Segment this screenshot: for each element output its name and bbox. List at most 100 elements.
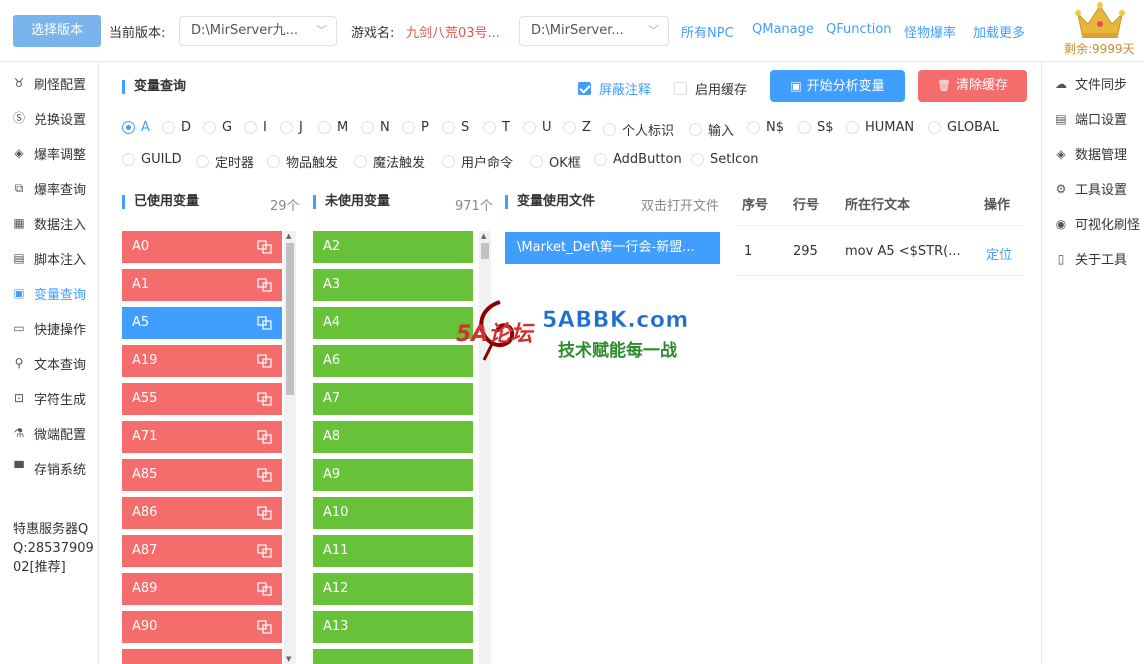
clear-cache-button[interactable]: 🗑 清除缓存	[918, 70, 1027, 102]
list-item[interactable]: A71	[122, 421, 282, 453]
sidebar-item-char-generate[interactable]: ⊡ 字符生成	[12, 388, 86, 408]
radio-magic-trigger[interactable]: 魔法触发	[354, 152, 425, 171]
radio-human[interactable]: HUMAN	[846, 120, 914, 135]
select-version-button[interactable]: 选择版本	[13, 15, 101, 47]
copy-icon[interactable]	[257, 354, 272, 368]
list-item[interactable]: A3	[313, 269, 473, 301]
list-item[interactable]: A13	[313, 611, 473, 643]
enable-cache-checkbox[interactable]: 启用缓存	[674, 79, 747, 98]
list-item[interactable]: A1	[122, 269, 282, 301]
radio-t[interactable]: T	[483, 120, 510, 135]
scroll-down-icon[interactable]: ▼	[286, 655, 291, 663]
link-qfunction[interactable]: QFunction	[826, 22, 892, 37]
copy-icon[interactable]	[257, 316, 272, 330]
radio-u[interactable]: U	[523, 120, 552, 135]
copy-icon[interactable]	[257, 506, 272, 520]
var-file-item[interactable]: \Market_Def\第一行会-新盟...	[505, 232, 720, 264]
radio-m[interactable]: M	[318, 120, 348, 135]
list-item[interactable]: A86	[122, 497, 282, 529]
radio-z[interactable]: Z	[563, 120, 591, 135]
start-analyze-button[interactable]: ▣ 开始分析变量	[770, 70, 905, 102]
sidebar-item-microclient-config[interactable]: ⚗ 微端配置	[12, 423, 86, 443]
radio-s-dollar[interactable]: S$	[798, 120, 834, 135]
list-item-selected[interactable]: A5	[122, 307, 282, 339]
copy-icon[interactable]	[257, 278, 272, 292]
list-item[interactable]: A2	[313, 231, 473, 263]
copy-icon[interactable]	[257, 240, 272, 254]
rightnav-item-data-management[interactable]: ◈ 数据管理	[1054, 144, 1127, 164]
sidebar-item-text-query[interactable]: ⚲ 文本查询	[12, 353, 86, 373]
rightnav-item-file-sync[interactable]: ☁ 文件同步	[1054, 74, 1127, 94]
sidebar-item-exchange-settings[interactable]: Ⓢ 兑换设置	[12, 108, 86, 128]
copy-icon[interactable]	[257, 582, 272, 596]
sidebar-item-drop-rate-adjust[interactable]: ◈ 爆率调整	[12, 143, 86, 163]
list-item[interactable]	[122, 649, 282, 664]
radio-ok-box[interactable]: OK框	[530, 152, 581, 171]
list-item[interactable]: A19	[122, 345, 282, 377]
list-item[interactable]: A55	[122, 383, 282, 415]
list-item[interactable]: A6	[313, 345, 473, 377]
radio-global[interactable]: GLOBAL	[928, 120, 999, 135]
radio-addbutton[interactable]: AddButton	[594, 152, 682, 167]
radio-user-command[interactable]: 用户命令	[442, 152, 513, 171]
list-item[interactable]: A11	[313, 535, 473, 567]
radio-n[interactable]: N	[361, 120, 390, 135]
scrollbar-thumb[interactable]	[286, 243, 294, 395]
link-qmanage[interactable]: QManage	[752, 22, 814, 37]
copy-icon[interactable]	[257, 468, 272, 482]
radio-input[interactable]: 输入	[689, 120, 734, 139]
sidebar-item-data-inject[interactable]: ▦ 数据注入	[12, 213, 86, 233]
current-version-select[interactable]: D:\MirServer九... ﹀	[179, 16, 337, 46]
list-item[interactable]: A0	[122, 231, 282, 263]
link-monster-drop-rate[interactable]: 怪物爆率	[904, 22, 956, 41]
radio-g[interactable]: G	[203, 120, 232, 135]
list-item[interactable]: A7	[313, 383, 473, 415]
scroll-up-icon[interactable]: ▲	[481, 232, 486, 240]
copy-icon[interactable]	[257, 544, 272, 558]
radio-p[interactable]: P	[402, 120, 429, 135]
radio-item-trigger[interactable]: 物品触发	[267, 152, 338, 171]
sidebar-item-monster-config[interactable]: ♉ 刷怪配置	[12, 73, 86, 93]
copy-icon[interactable]	[257, 430, 272, 444]
radio-j[interactable]: J	[280, 120, 303, 135]
list-item[interactable]: A89	[122, 573, 282, 605]
sidebar-item-script-inject[interactable]: ▤ 脚本注入	[12, 248, 86, 268]
locate-link[interactable]: 定位	[986, 244, 1012, 263]
link-load-more[interactable]: 加载更多	[973, 22, 1025, 41]
radio-i[interactable]: I	[244, 120, 267, 135]
list-item[interactable]: A12	[313, 573, 473, 605]
sidebar-item-store-system[interactable]: ▀ 存销系统	[12, 458, 86, 478]
radio-n-dollar[interactable]: N$	[747, 120, 784, 135]
radio-timer[interactable]: 定时器	[196, 152, 254, 171]
radio-guild[interactable]: GUILD	[122, 152, 182, 167]
rightnav-item-tool-settings[interactable]: ⚙ 工具设置	[1054, 179, 1127, 199]
unused-vars-scrollbar[interactable]: ▲	[479, 231, 491, 664]
rightnav-item-visual-spawn[interactable]: ◉ 可视化刷怪	[1054, 214, 1140, 234]
list-item[interactable]: A87	[122, 535, 282, 567]
rightnav-item-about[interactable]: ▯ 关于工具	[1054, 249, 1127, 269]
radio-d[interactable]: D	[162, 120, 191, 135]
scrollbar-thumb[interactable]	[481, 243, 489, 259]
list-item[interactable]: A8	[313, 421, 473, 453]
list-item[interactable]: A85	[122, 459, 282, 491]
mask-comments-checkbox[interactable]: 屏蔽注释	[578, 79, 651, 98]
link-all-npc[interactable]: 所有NPC	[681, 22, 734, 41]
sidebar-item-variable-query[interactable]: ▣ 变量查询	[12, 283, 86, 303]
used-vars-scrollbar[interactable]: ▲ ▼	[284, 231, 296, 664]
list-item[interactable]: A9	[313, 459, 473, 491]
list-item[interactable]	[313, 649, 473, 664]
list-item[interactable]: A10	[313, 497, 473, 529]
list-item[interactable]: A4	[313, 307, 473, 339]
sidebar-item-drop-rate-query[interactable]: ⧉ 爆率查询	[12, 178, 86, 198]
path-select[interactable]: D:\MirServer... ﹀	[519, 16, 669, 46]
scroll-up-icon[interactable]: ▲	[286, 232, 291, 240]
radio-s[interactable]: S	[442, 120, 469, 135]
radio-personal-id[interactable]: 个人标识	[603, 120, 674, 139]
copy-icon[interactable]	[257, 620, 272, 634]
rightnav-item-port-settings[interactable]: ▤ 端口设置	[1054, 109, 1127, 129]
radio-seticon[interactable]: SetIcon	[691, 152, 759, 167]
radio-a[interactable]: A	[122, 120, 150, 135]
list-item[interactable]: A90	[122, 611, 282, 643]
sidebar-item-quick-actions[interactable]: ▭ 快捷操作	[12, 318, 86, 338]
copy-icon[interactable]	[257, 392, 272, 406]
